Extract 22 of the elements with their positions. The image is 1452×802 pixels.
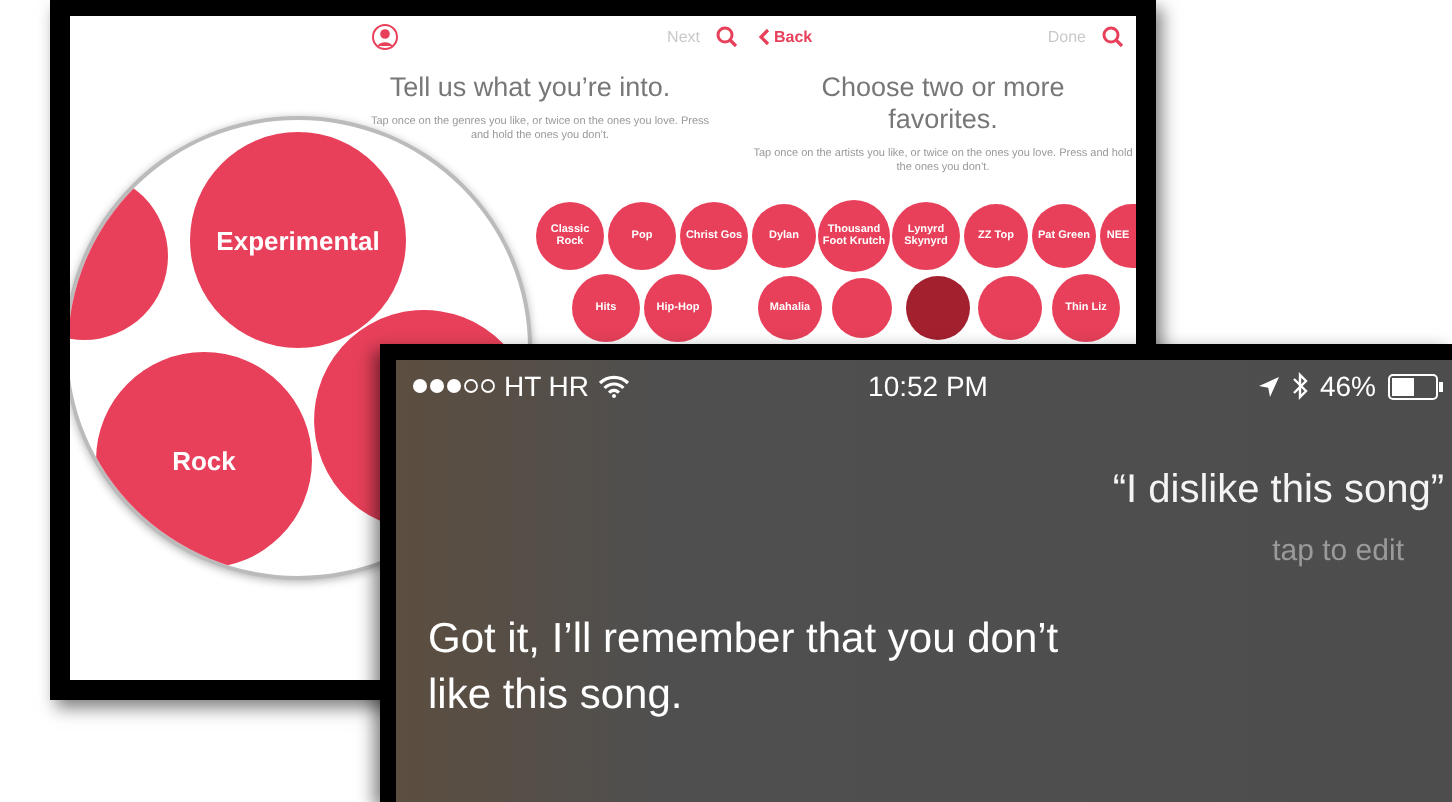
screen-title: Tell us what you’re into. [387,72,673,104]
genre-bubble[interactable]: Experimental [190,132,406,348]
search-icon[interactable] [716,25,738,47]
profile-icon[interactable] [372,23,398,49]
spoken-query: “I dislike this song” [1110,468,1446,514]
status-time: 10:52 PM [868,370,988,402]
battery-icon [1388,373,1444,399]
assistant-response: Got it, I’ll remember that you don’t like this song. [426,614,1061,722]
bluetooth-icon [1291,372,1308,400]
battery-percent: 46% [1319,370,1376,402]
wifi-icon [597,374,630,398]
search-icon[interactable] [1102,25,1124,47]
chevron-icon [758,27,770,45]
bubble[interactable] [906,276,970,340]
back-button[interactable]: Back [758,27,813,45]
bubble[interactable] [314,310,504,521]
carrier-name: HT HR [504,370,590,402]
tap-to-edit-link[interactable]: tap to edit [412,534,1452,568]
location-arrow-icon [1257,375,1280,397]
screen-title: Choose two or more favorites. [819,72,1067,136]
signal-icon [412,378,496,394]
genre-bubble[interactable]: Rock [96,352,312,568]
